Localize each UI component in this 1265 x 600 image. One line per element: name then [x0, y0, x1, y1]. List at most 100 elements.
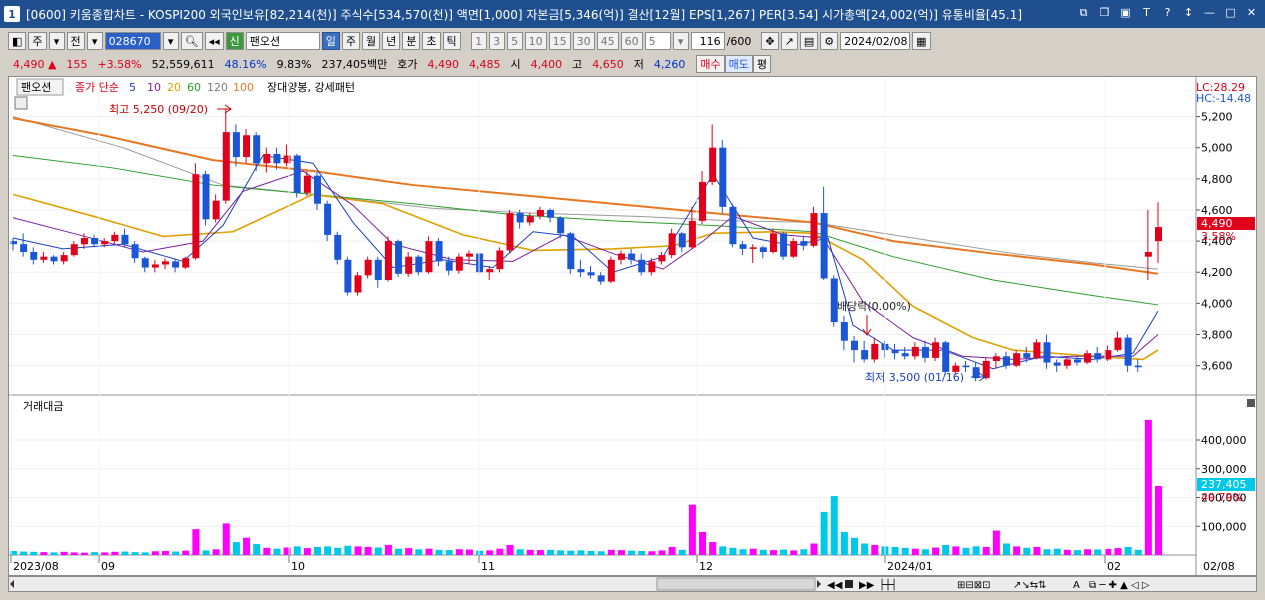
period-tick[interactable]: 틱 — [442, 32, 461, 50]
stop-icon[interactable] — [845, 580, 853, 588]
period-month[interactable]: 월 — [362, 32, 381, 50]
volume-bar — [577, 550, 585, 555]
candle-body — [577, 269, 585, 273]
interval-45[interactable]: 45 — [596, 32, 619, 50]
chevron-down-icon[interactable]: ▾ — [672, 32, 689, 50]
low-label: 저 — [633, 58, 644, 71]
candle-body — [293, 155, 301, 193]
font-icon[interactable]: T — [1139, 5, 1154, 20]
volume-bar — [172, 551, 180, 555]
candle-body — [1073, 359, 1081, 363]
layout-icon[interactable]: ◧ — [8, 32, 27, 50]
prev-page-icon[interactable]: ◀◀ — [827, 580, 843, 591]
maximize-icon[interactable]: □ — [1223, 5, 1238, 20]
stock-code-input[interactable]: 028670 — [104, 32, 161, 50]
candle-body — [1023, 353, 1031, 358]
chevron-down-icon[interactable]: ▾ — [86, 32, 103, 50]
help-icon[interactable]: ? — [1160, 5, 1175, 20]
candle-body — [942, 342, 950, 372]
period-day[interactable]: 일 — [321, 32, 340, 50]
disk-icon[interactable]: ▤ — [799, 32, 819, 50]
volume-bar — [921, 549, 929, 555]
volume-bar — [1114, 548, 1122, 555]
calendar-icon[interactable]: ▦ — [912, 32, 931, 50]
candle-body — [172, 261, 180, 268]
save-icon[interactable]: ▣ — [1118, 5, 1133, 20]
candle-body — [50, 256, 58, 262]
candle-body — [628, 253, 636, 260]
period-main-select[interactable]: 주 — [28, 32, 47, 50]
candle-body — [607, 259, 615, 282]
bid-price-2: 4,485 — [469, 57, 501, 71]
volume-pane-title: 거래대금 — [23, 400, 63, 413]
candle-body — [688, 220, 696, 248]
date-input[interactable]: 2024/02/08 — [840, 32, 911, 50]
candle-body — [678, 233, 686, 248]
zoom-tools-icon[interactable]: ⊞⊟⊠⊡ — [957, 580, 991, 591]
interval-30[interactable]: 30 — [572, 32, 595, 50]
horizontal-scrollbar[interactable]: ◀◀ ▶▶ ├┼┤ ⊞⊟⊠⊡ ↗↘⇆⇅ A ⧉ ─ ✚ ▲ ◁ ▷ — [8, 576, 1257, 592]
period-week[interactable]: 주 — [341, 32, 361, 50]
gear-icon[interactable]: ⚙ — [820, 32, 839, 50]
copy-icon[interactable]: ❐ — [1097, 5, 1112, 20]
chart-svg[interactable]: 팬오션 종가 단순 5 10 20 60 120 100 장대양봉, 강세패턴 … — [9, 77, 1256, 575]
crosshair-icon[interactable]: ✥ — [761, 32, 779, 50]
grid-icon[interactable] — [14, 96, 28, 110]
candle-body — [141, 258, 149, 268]
candle-body — [151, 264, 159, 268]
volume-bar — [263, 547, 271, 555]
scroll-left-icon[interactable] — [10, 580, 14, 588]
eval-button[interactable]: 평 — [752, 55, 772, 73]
scroll-thumb[interactable] — [656, 577, 816, 591]
trend-icon[interactable]: ↗ — [780, 32, 798, 50]
interval-1[interactable]: 1 — [470, 32, 487, 50]
candle-body — [111, 234, 119, 242]
close-icon[interactable]: ✕ — [1244, 5, 1259, 20]
x-tick-label: 11 — [481, 560, 495, 573]
candle-body — [364, 259, 372, 276]
legend-ma-5: 5 — [129, 81, 136, 94]
buy-button[interactable]: 매수 — [696, 55, 725, 73]
range-icon[interactable]: ├┼┤ — [879, 578, 897, 591]
pin-icon[interactable]: ↕ — [1181, 5, 1196, 20]
volume-bar — [91, 552, 99, 555]
speaker-icon[interactable]: ◂◂ — [204, 32, 224, 50]
interval-3[interactable]: 3 — [488, 32, 505, 50]
sell-button[interactable]: 매도 — [724, 55, 753, 73]
price-change-pct: +3.58% — [97, 57, 142, 71]
text-tool-icon[interactable]: A — [1073, 580, 1080, 591]
period-minute[interactable]: 분 — [402, 32, 421, 50]
minimize-icon[interactable]: — — [1202, 5, 1217, 20]
period-year[interactable]: 년 — [382, 32, 401, 50]
interval-60[interactable]: 60 — [620, 32, 643, 50]
chart-area[interactable]: 팬오션 종가 단순 5 10 20 60 120 100 장대양봉, 강세패턴 … — [8, 76, 1257, 576]
candle-body — [516, 213, 524, 223]
prev-button[interactable]: 전 — [66, 32, 85, 50]
interval-15[interactable]: 15 — [548, 32, 571, 50]
next-page-icon[interactable]: ▶▶ — [859, 580, 875, 591]
candle-body — [161, 261, 169, 265]
volume-bar — [851, 537, 859, 555]
open-price: 4,400 — [530, 57, 563, 71]
interval-10[interactable]: 10 — [524, 32, 547, 50]
scale-tools-icon[interactable]: ⧉ ─ ✚ ▲ ◁ ▷ — [1089, 580, 1150, 591]
stock-name-field[interactable]: 팬오션 — [245, 32, 320, 50]
new-badge[interactable]: 신 — [225, 32, 244, 50]
x-tick-label: 09 — [101, 560, 115, 573]
interval-value[interactable]: 5 — [644, 32, 671, 50]
interval-5[interactable]: 5 — [506, 32, 523, 50]
link-icon[interactable]: ⧉ — [1076, 5, 1091, 20]
draw-tools-icon[interactable]: ↗↘⇆⇅ — [1013, 580, 1047, 591]
search-icon[interactable]: 🔍︎ — [180, 32, 203, 50]
chevron-down-icon[interactable]: ▾ — [48, 32, 65, 50]
window-number: 1 — [4, 6, 20, 22]
chevron-down-icon[interactable]: ▾ — [162, 32, 179, 50]
pane-close-icon[interactable] — [1247, 399, 1255, 407]
legend-ma-10: 10 — [147, 81, 161, 94]
candle-body — [20, 244, 28, 253]
scroll-right-icon[interactable] — [817, 580, 821, 588]
candle-body — [1124, 337, 1132, 366]
period-second[interactable]: 초 — [422, 32, 441, 50]
count-input[interactable]: 116 — [690, 32, 725, 50]
volume-bar — [60, 551, 68, 555]
